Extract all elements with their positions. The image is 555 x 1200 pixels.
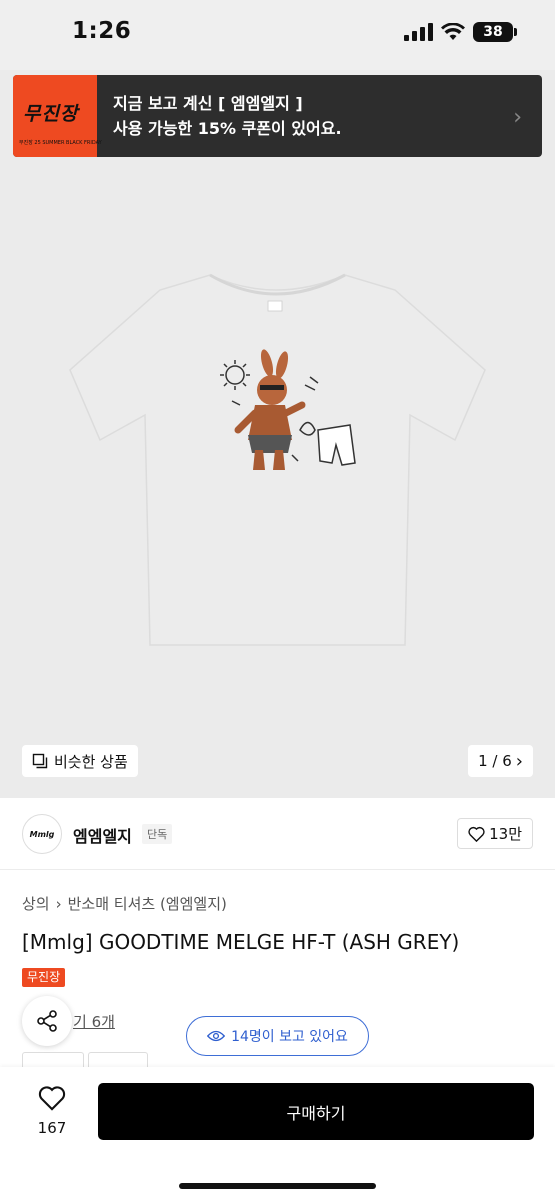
- promo-text: 지금 보고 계신 [ 엠엠엘지 ] 사용 가능한 15% 쿠폰이 있어요.: [113, 91, 342, 141]
- exclusive-tag: 단독: [142, 824, 173, 844]
- buy-button[interactable]: 구매하기: [98, 1083, 534, 1140]
- event-badge: 무진장: [22, 968, 66, 987]
- image-pager[interactable]: 1 / 6 ›: [468, 745, 533, 777]
- wifi-icon: [441, 23, 465, 40]
- breadcrumb-item-category[interactable]: 상의: [22, 893, 50, 914]
- chevron-right-icon: ›: [55, 894, 62, 913]
- breadcrumb-item-subcategory[interactable]: 반소매 티셔츠 (엠엠엘지): [68, 893, 227, 914]
- viewers-text: 14명이 보고 있어요: [231, 1029, 348, 1045]
- battery-icon: 38: [473, 22, 517, 42]
- promo-logo-subtext: 무진장 25 SUMMER BLACK FRIDAY: [19, 140, 102, 146]
- wishlist-count: 167: [37, 1119, 67, 1137]
- product-image[interactable]: [60, 265, 490, 655]
- promo-line-1: 지금 보고 계신 [ 엠엠엘지 ]: [113, 94, 303, 113]
- promo-logo: 무진장 무진장 25 SUMMER BLACK FRIDAY: [13, 75, 102, 157]
- similar-products-button[interactable]: 비슷한 상품: [22, 745, 138, 777]
- share-icon: [37, 1010, 57, 1032]
- wishlist-button[interactable]: 167: [24, 1085, 80, 1137]
- bottom-bar: 167 구매하기: [0, 1067, 555, 1200]
- review-link[interactable]: 기 6개: [73, 1011, 115, 1032]
- status-bar: 1:26 38: [0, 0, 555, 70]
- heart-icon: [468, 826, 485, 842]
- brand-like-button[interactable]: 13만: [457, 818, 533, 849]
- status-icons: 38: [404, 22, 517, 42]
- eye-icon: [207, 1030, 226, 1042]
- heart-icon: [38, 1086, 66, 1111]
- product-title: [Mmlg] GOODTIME MELGE HF-T (ASH GREY): [22, 930, 460, 954]
- promo-banner[interactable]: 무진장 무진장 25 SUMMER BLACK FRIDAY 지금 보고 계신 …: [13, 75, 542, 157]
- pager-text: 1 / 6: [478, 752, 512, 770]
- home-indicator: [179, 1183, 376, 1189]
- similar-products-label: 비슷한 상품: [54, 752, 128, 771]
- chevron-right-icon: ›: [513, 105, 522, 130]
- share-button[interactable]: [22, 996, 72, 1046]
- promo-line-2: 사용 가능한 15% 쿠폰이 있어요.: [113, 119, 342, 138]
- promo-logo-text: 무진장: [23, 103, 79, 125]
- brand-logo[interactable]: Mmlg: [22, 814, 62, 854]
- brand-like-count: 13만: [489, 825, 522, 843]
- viewers-indicator: 14명이 보고 있어요: [186, 1016, 369, 1056]
- breadcrumb: 상의 › 반소매 티셔츠 (엠엠엘지): [22, 893, 227, 914]
- brand-name[interactable]: 엠엠엘지: [73, 823, 132, 847]
- similar-icon: [32, 753, 48, 769]
- chevron-right-icon: ›: [515, 750, 523, 772]
- product-gallery[interactable]: 무진장 무진장 25 SUMMER BLACK FRIDAY 지금 보고 계신 …: [0, 70, 555, 798]
- signal-icon: [404, 23, 433, 41]
- brand-row: Mmlg 엠엠엘지 단독 13만: [0, 798, 555, 870]
- status-time: 1:26: [72, 18, 132, 44]
